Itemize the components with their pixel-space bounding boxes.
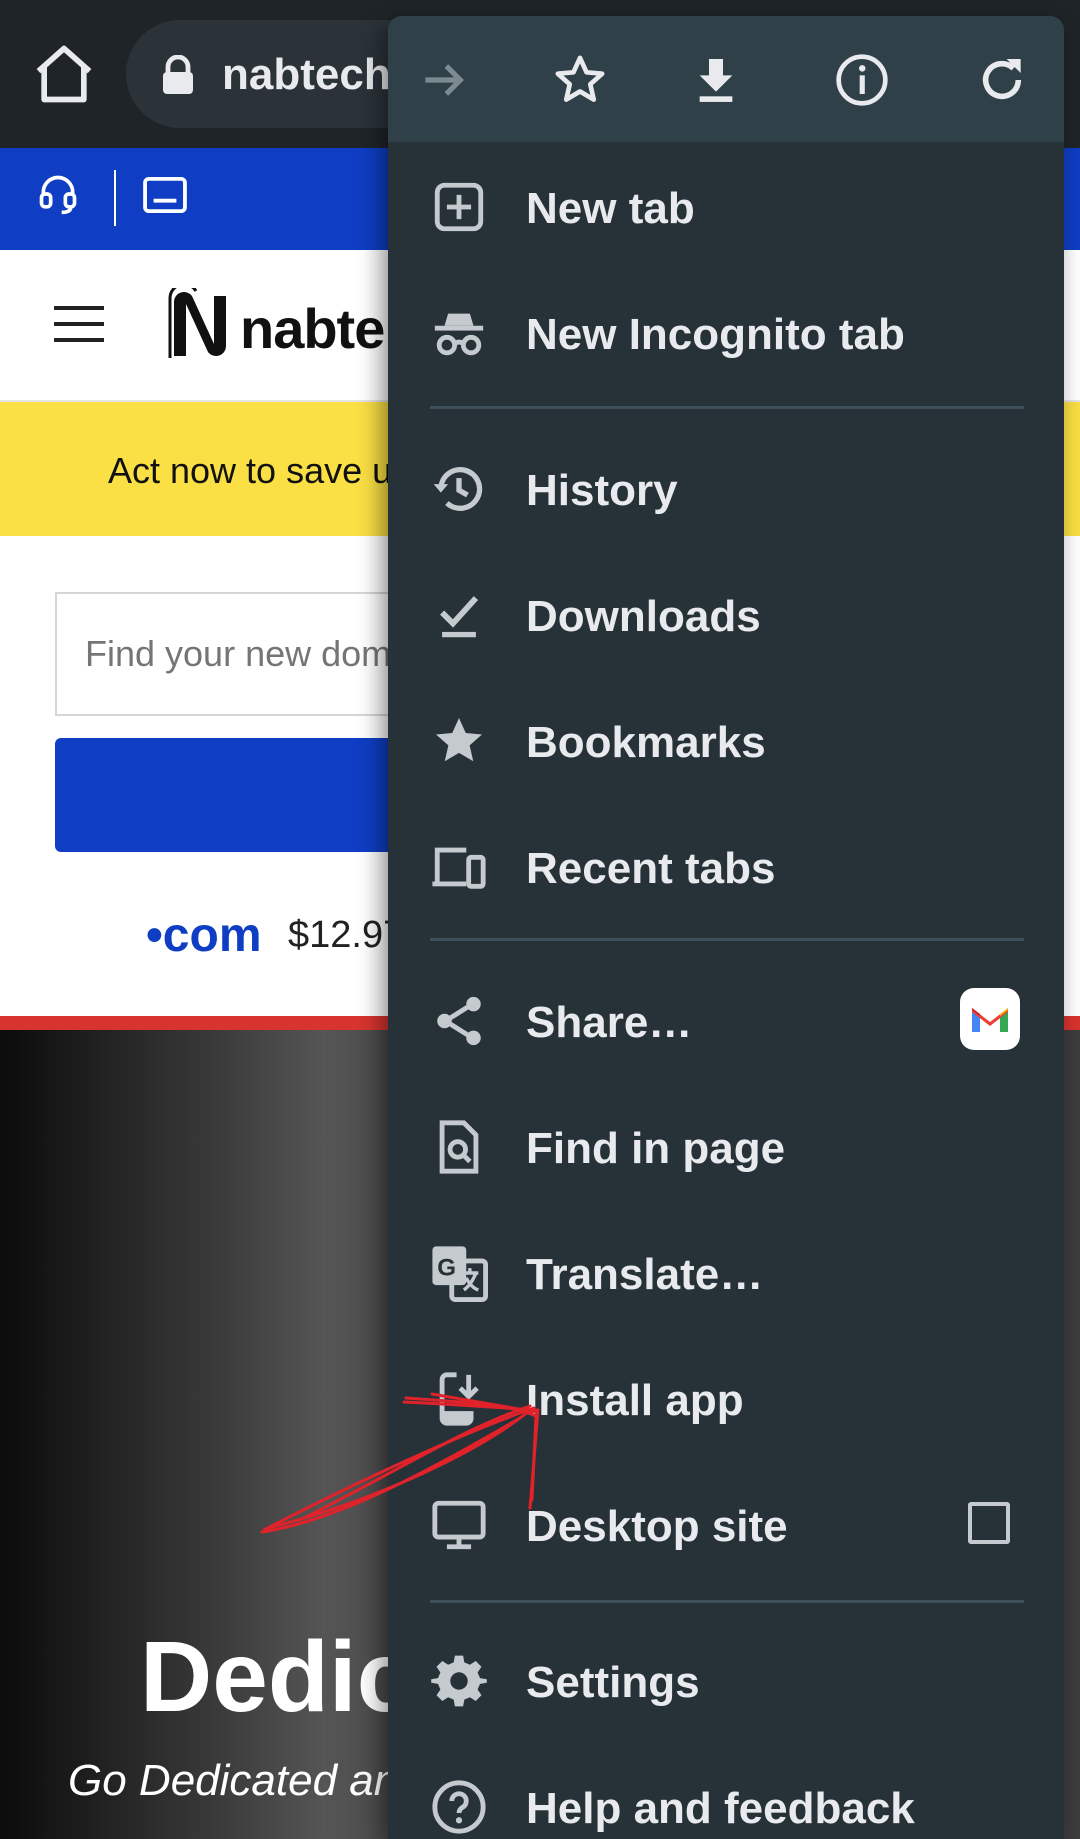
divider — [114, 170, 116, 226]
menu-item-share[interactable]: Share… — [388, 958, 1064, 1084]
menu-item-label: Desktop site — [526, 1502, 788, 1551]
menu-divider — [430, 1600, 1024, 1603]
hero-subtitle: Go Dedicated an — [68, 1756, 399, 1805]
menu-item-label: Bookmarks — [526, 718, 766, 767]
menu-item-recent-tabs[interactable]: Recent tabs — [388, 804, 1064, 930]
bookmark-star-icon[interactable] — [552, 52, 608, 108]
browser-overflow-menu: New tab New Incognito tab History Downlo… — [388, 16, 1064, 1839]
lock-icon[interactable] — [160, 54, 196, 95]
find-in-page-icon — [430, 1118, 488, 1176]
downloads-check-icon — [430, 586, 488, 644]
devices-icon — [430, 838, 488, 896]
translate-icon: G — [430, 1244, 488, 1302]
menu-item-new-tab[interactable]: New tab — [388, 144, 1064, 270]
hamburger-menu-icon[interactable] — [54, 304, 104, 344]
com-tld-label: •com — [146, 909, 262, 962]
menu-item-find-in-page[interactable]: Find in page — [388, 1084, 1064, 1210]
desktop-icon — [430, 1496, 488, 1554]
menu-item-label: Downloads — [526, 592, 761, 641]
new-tab-icon — [430, 178, 488, 236]
chat-icon[interactable] — [142, 176, 188, 214]
menu-item-label: Find in page — [526, 1124, 786, 1173]
menu-item-downloads[interactable]: Downloads — [388, 552, 1064, 678]
site-logo[interactable]: nabte — [240, 296, 385, 361]
gmail-icon[interactable] — [960, 988, 1020, 1050]
info-icon[interactable] — [834, 52, 890, 108]
menu-item-label: Install app — [526, 1376, 744, 1425]
menu-toolbar — [388, 16, 1064, 142]
home-icon — [36, 45, 92, 103]
menu-item-install-app[interactable]: Install app — [388, 1336, 1064, 1462]
gear-icon — [430, 1652, 488, 1710]
hero-title: Dedic — [140, 1621, 413, 1733]
menu-item-label: History — [526, 466, 678, 515]
history-icon — [430, 460, 488, 518]
help-icon — [430, 1778, 488, 1836]
install-app-icon — [430, 1370, 488, 1428]
menu-item-translate[interactable]: G Translate… — [388, 1210, 1064, 1336]
reload-icon[interactable] — [974, 52, 1030, 108]
logo-mark[interactable] — [168, 282, 238, 360]
share-icon — [430, 992, 488, 1050]
menu-item-bookmarks[interactable]: Bookmarks — [388, 678, 1064, 804]
com-price: $12.97 — [288, 914, 405, 956]
menu-item-label: New tab — [526, 184, 695, 233]
download-icon[interactable] — [688, 52, 744, 108]
menu-item-desktop-site[interactable]: Desktop site — [388, 1462, 1064, 1588]
url-text[interactable]: nabtech — [222, 50, 391, 100]
home-button[interactable] — [30, 40, 98, 108]
menu-item-label: New Incognito tab — [526, 310, 905, 359]
menu-item-help-feedback[interactable]: Help and feedback — [388, 1744, 1064, 1839]
svg-text:G: G — [437, 1254, 456, 1281]
menu-divider — [430, 938, 1024, 941]
desktop-site-checkbox[interactable] — [968, 1502, 1010, 1544]
incognito-icon — [430, 304, 488, 362]
star-icon — [430, 712, 488, 770]
menu-divider — [430, 406, 1024, 409]
forward-icon[interactable] — [416, 52, 472, 108]
menu-item-label: Translate… — [526, 1250, 764, 1299]
promo-text: Act now to save u — [108, 450, 393, 491]
menu-item-label: Settings — [526, 1658, 700, 1707]
menu-item-label: Recent tabs — [526, 844, 776, 893]
menu-item-history[interactable]: History — [388, 426, 1064, 552]
menu-item-settings[interactable]: Settings — [388, 1618, 1064, 1744]
menu-item-new-incognito-tab[interactable]: New Incognito tab — [388, 270, 1064, 396]
menu-item-label: Help and feedback — [526, 1784, 915, 1833]
support-headset-icon[interactable] — [36, 172, 80, 216]
menu-item-label: Share… — [526, 998, 693, 1047]
